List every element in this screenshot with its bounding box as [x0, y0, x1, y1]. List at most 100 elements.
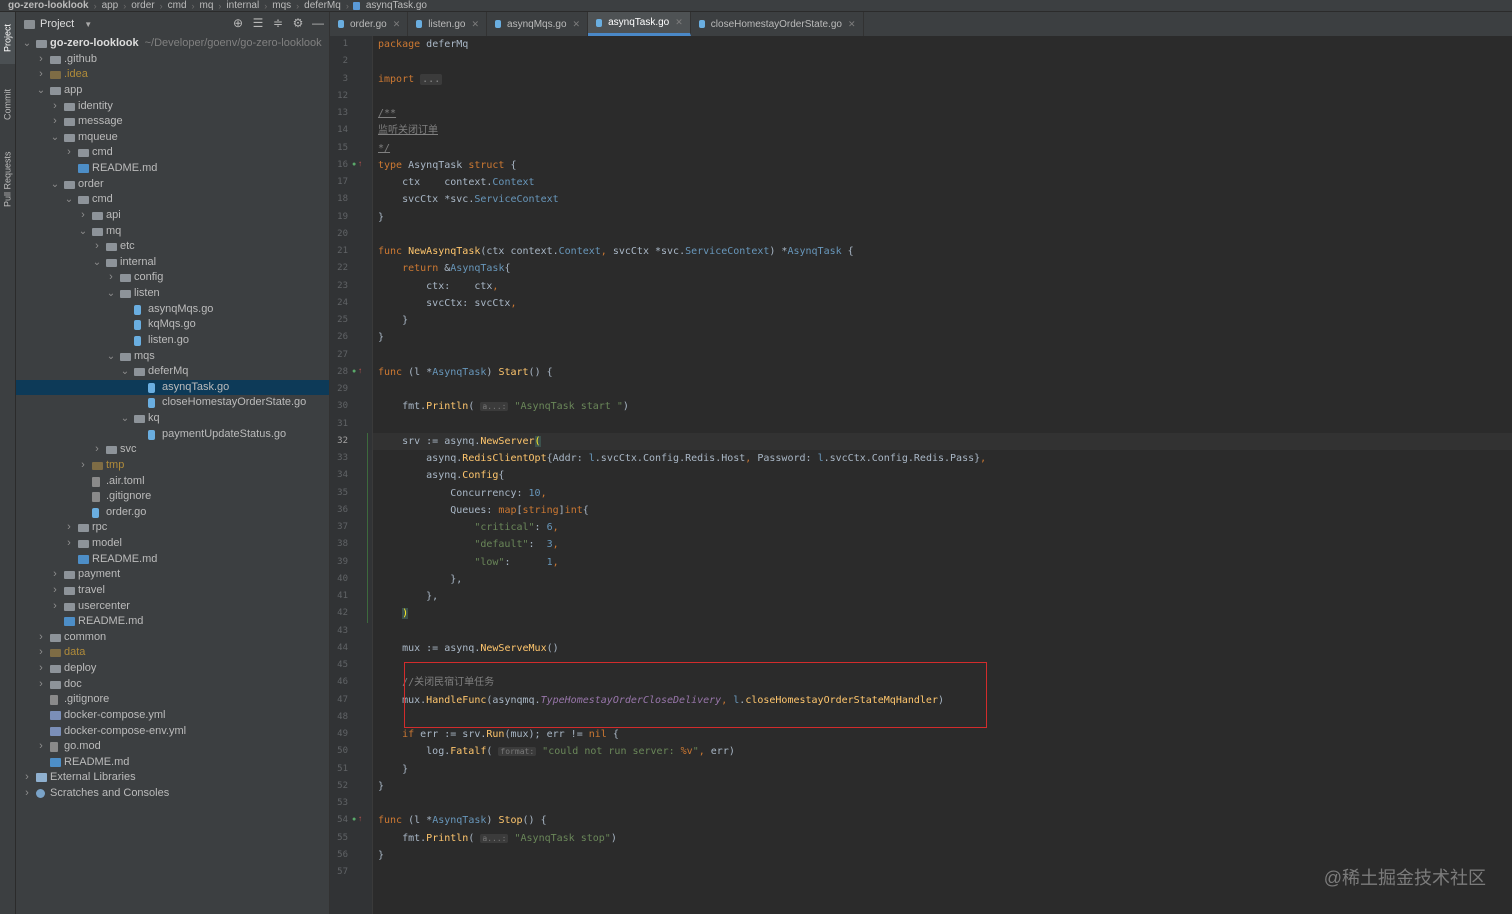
tree-item[interactable]: › common: [16, 630, 329, 646]
tree-item[interactable]: › External Libraries: [16, 770, 329, 786]
arrow-up-icon[interactable]: ↑: [358, 159, 367, 168]
editor-tab[interactable]: closeHomestayOrderState.go ✕: [691, 12, 864, 36]
tree-item[interactable]: .gitignore: [16, 489, 329, 505]
chevron-right-icon[interactable]: ›: [78, 208, 88, 224]
tree-item[interactable]: › .github: [16, 52, 329, 68]
tree-item[interactable]: › model: [16, 536, 329, 552]
chevron-right-icon[interactable]: ›: [50, 99, 60, 115]
breadcrumb-item[interactable]: cmd: [165, 0, 190, 11]
tree-item[interactable]: docker-compose-env.yml: [16, 724, 329, 740]
gear-icon[interactable]: ⚙: [291, 16, 305, 30]
tree-item-selected[interactable]: asynqTask.go: [16, 379, 329, 396]
chevron-down-icon[interactable]: ⌄: [92, 255, 102, 271]
tree-item[interactable]: docker-compose.yml: [16, 708, 329, 724]
tree-item[interactable]: › tmp: [16, 458, 329, 474]
arrow-up-icon[interactable]: ↑: [358, 814, 367, 823]
tree-item[interactable]: README.md: [16, 161, 329, 177]
tree-item[interactable]: ⌄ internal: [16, 255, 329, 271]
breadcrumb-item[interactable]: mq: [197, 0, 217, 11]
expand-all-icon[interactable]: ☰: [251, 16, 265, 30]
close-icon[interactable]: ✕: [675, 17, 683, 28]
tree-item[interactable]: › rpc: [16, 520, 329, 536]
tree-item[interactable]: ⌄ mqs: [16, 349, 329, 365]
tree-item[interactable]: .gitignore: [16, 692, 329, 708]
tree-item[interactable]: README.md: [16, 614, 329, 630]
chevron-down-icon[interactable]: ⌄: [120, 364, 130, 380]
tree-item[interactable]: ⌄ go-zero-looklook ~/Developer/goenv/go-ze…: [16, 36, 329, 52]
chevron-down-icon[interactable]: ⌄: [36, 83, 46, 99]
chevron-down-icon[interactable]: ⌄: [64, 192, 74, 208]
chevron-down-icon[interactable]: ⌄: [120, 411, 130, 427]
tree-item[interactable]: kqMqs.go: [16, 317, 329, 333]
chevron-down-icon[interactable]: ⌄: [22, 36, 32, 52]
tree-item[interactable]: › Scratches and Consoles: [16, 786, 329, 802]
code-editor[interactable]: package deferMq import ... /** 监听关闭订单 */ type…: [367, 36, 1512, 914]
chevron-right-icon[interactable]: ›: [92, 442, 102, 458]
chevron-right-icon[interactable]: ›: [22, 786, 32, 802]
close-icon[interactable]: ✕: [472, 19, 480, 30]
breadcrumb-item[interactable]: order: [128, 0, 157, 11]
chevron-down-icon[interactable]: ⌄: [106, 286, 116, 302]
chevron-right-icon[interactable]: ›: [36, 739, 46, 755]
chevron-right-icon[interactable]: ›: [64, 536, 74, 552]
close-icon[interactable]: ✕: [393, 19, 401, 30]
tree-item[interactable]: › deploy: [16, 661, 329, 677]
tree-item[interactable]: ⌄ cmd: [16, 192, 329, 208]
tree-item[interactable]: README.md: [16, 755, 329, 771]
tree-item[interactable]: closeHomestayOrderState.go: [16, 395, 329, 411]
tree-item[interactable]: › config: [16, 270, 329, 286]
locate-file-icon[interactable]: ⊕: [231, 16, 245, 30]
tree-item[interactable]: asynqMqs.go: [16, 302, 329, 318]
tree-item[interactable]: README.md: [16, 552, 329, 568]
chevron-down-icon[interactable]: ⌄: [50, 130, 60, 146]
tree-item[interactable]: › etc: [16, 239, 329, 255]
chevron-down-icon[interactable]: ▼: [84, 20, 92, 29]
tree-item[interactable]: ⌄ mq: [16, 224, 329, 240]
tree-item[interactable]: › svc: [16, 442, 329, 458]
tree-item[interactable]: › cmd: [16, 145, 329, 161]
chevron-right-icon[interactable]: ›: [64, 520, 74, 536]
arrow-up-icon[interactable]: ↑: [358, 366, 367, 375]
breadcrumb-item[interactable]: go-zero-looklook: [0, 0, 92, 11]
project-tool-tab[interactable]: Project: [0, 12, 15, 64]
tree-item[interactable]: › travel: [16, 583, 329, 599]
tree-item[interactable]: ⌄ listen: [16, 286, 329, 302]
chevron-right-icon[interactable]: ›: [36, 630, 46, 646]
project-view-selector[interactable]: Project: [40, 18, 74, 30]
chevron-right-icon[interactable]: ›: [64, 145, 74, 161]
chevron-right-icon[interactable]: ›: [78, 458, 88, 474]
chevron-right-icon[interactable]: ›: [36, 67, 46, 83]
tree-item[interactable]: ⌄ mqueue: [16, 130, 329, 146]
tree-item[interactable]: .air.toml: [16, 474, 329, 490]
tree-item[interactable]: › go.mod: [16, 739, 329, 755]
close-icon[interactable]: ✕: [848, 19, 856, 30]
commit-tool-tab[interactable]: Commit: [0, 76, 15, 134]
breadcrumb-item[interactable]: app: [99, 0, 122, 11]
tree-item[interactable]: › identity: [16, 99, 329, 115]
chevron-down-icon[interactable]: ⌄: [106, 349, 116, 365]
hide-panel-icon[interactable]: —: [311, 16, 325, 30]
tree-item[interactable]: › message: [16, 114, 329, 130]
breadcrumb-item[interactable]: asynqTask.go: [363, 0, 430, 11]
tree-item[interactable]: paymentUpdateStatus.go: [16, 427, 329, 443]
editor-tab[interactable]: asynqMqs.go ✕: [487, 12, 589, 36]
editor-tab[interactable]: order.go ✕: [330, 12, 409, 36]
chevron-right-icon[interactable]: ›: [50, 583, 60, 599]
chevron-right-icon[interactable]: ›: [92, 239, 102, 255]
chevron-right-icon[interactable]: ›: [50, 114, 60, 130]
chevron-right-icon[interactable]: ›: [50, 599, 60, 615]
pull-requests-tool-tab[interactable]: Pull Requests: [0, 140, 15, 218]
chevron-right-icon[interactable]: ›: [22, 770, 32, 786]
collapse-all-icon[interactable]: ≑: [271, 16, 285, 30]
tree-item[interactable]: ⌄ deferMq: [16, 364, 329, 380]
tree-item[interactable]: › doc: [16, 677, 329, 693]
breadcrumb-item[interactable]: internal: [223, 0, 262, 11]
tree-item[interactable]: › payment: [16, 567, 329, 583]
tree-item[interactable]: › data: [16, 645, 329, 661]
chevron-right-icon[interactable]: ›: [36, 661, 46, 677]
chevron-right-icon[interactable]: ›: [50, 567, 60, 583]
tree-item[interactable]: › .idea: [16, 67, 329, 83]
tree-item[interactable]: › usercenter: [16, 599, 329, 615]
tree-item[interactable]: order.go: [16, 505, 329, 521]
chevron-right-icon[interactable]: ›: [36, 677, 46, 693]
